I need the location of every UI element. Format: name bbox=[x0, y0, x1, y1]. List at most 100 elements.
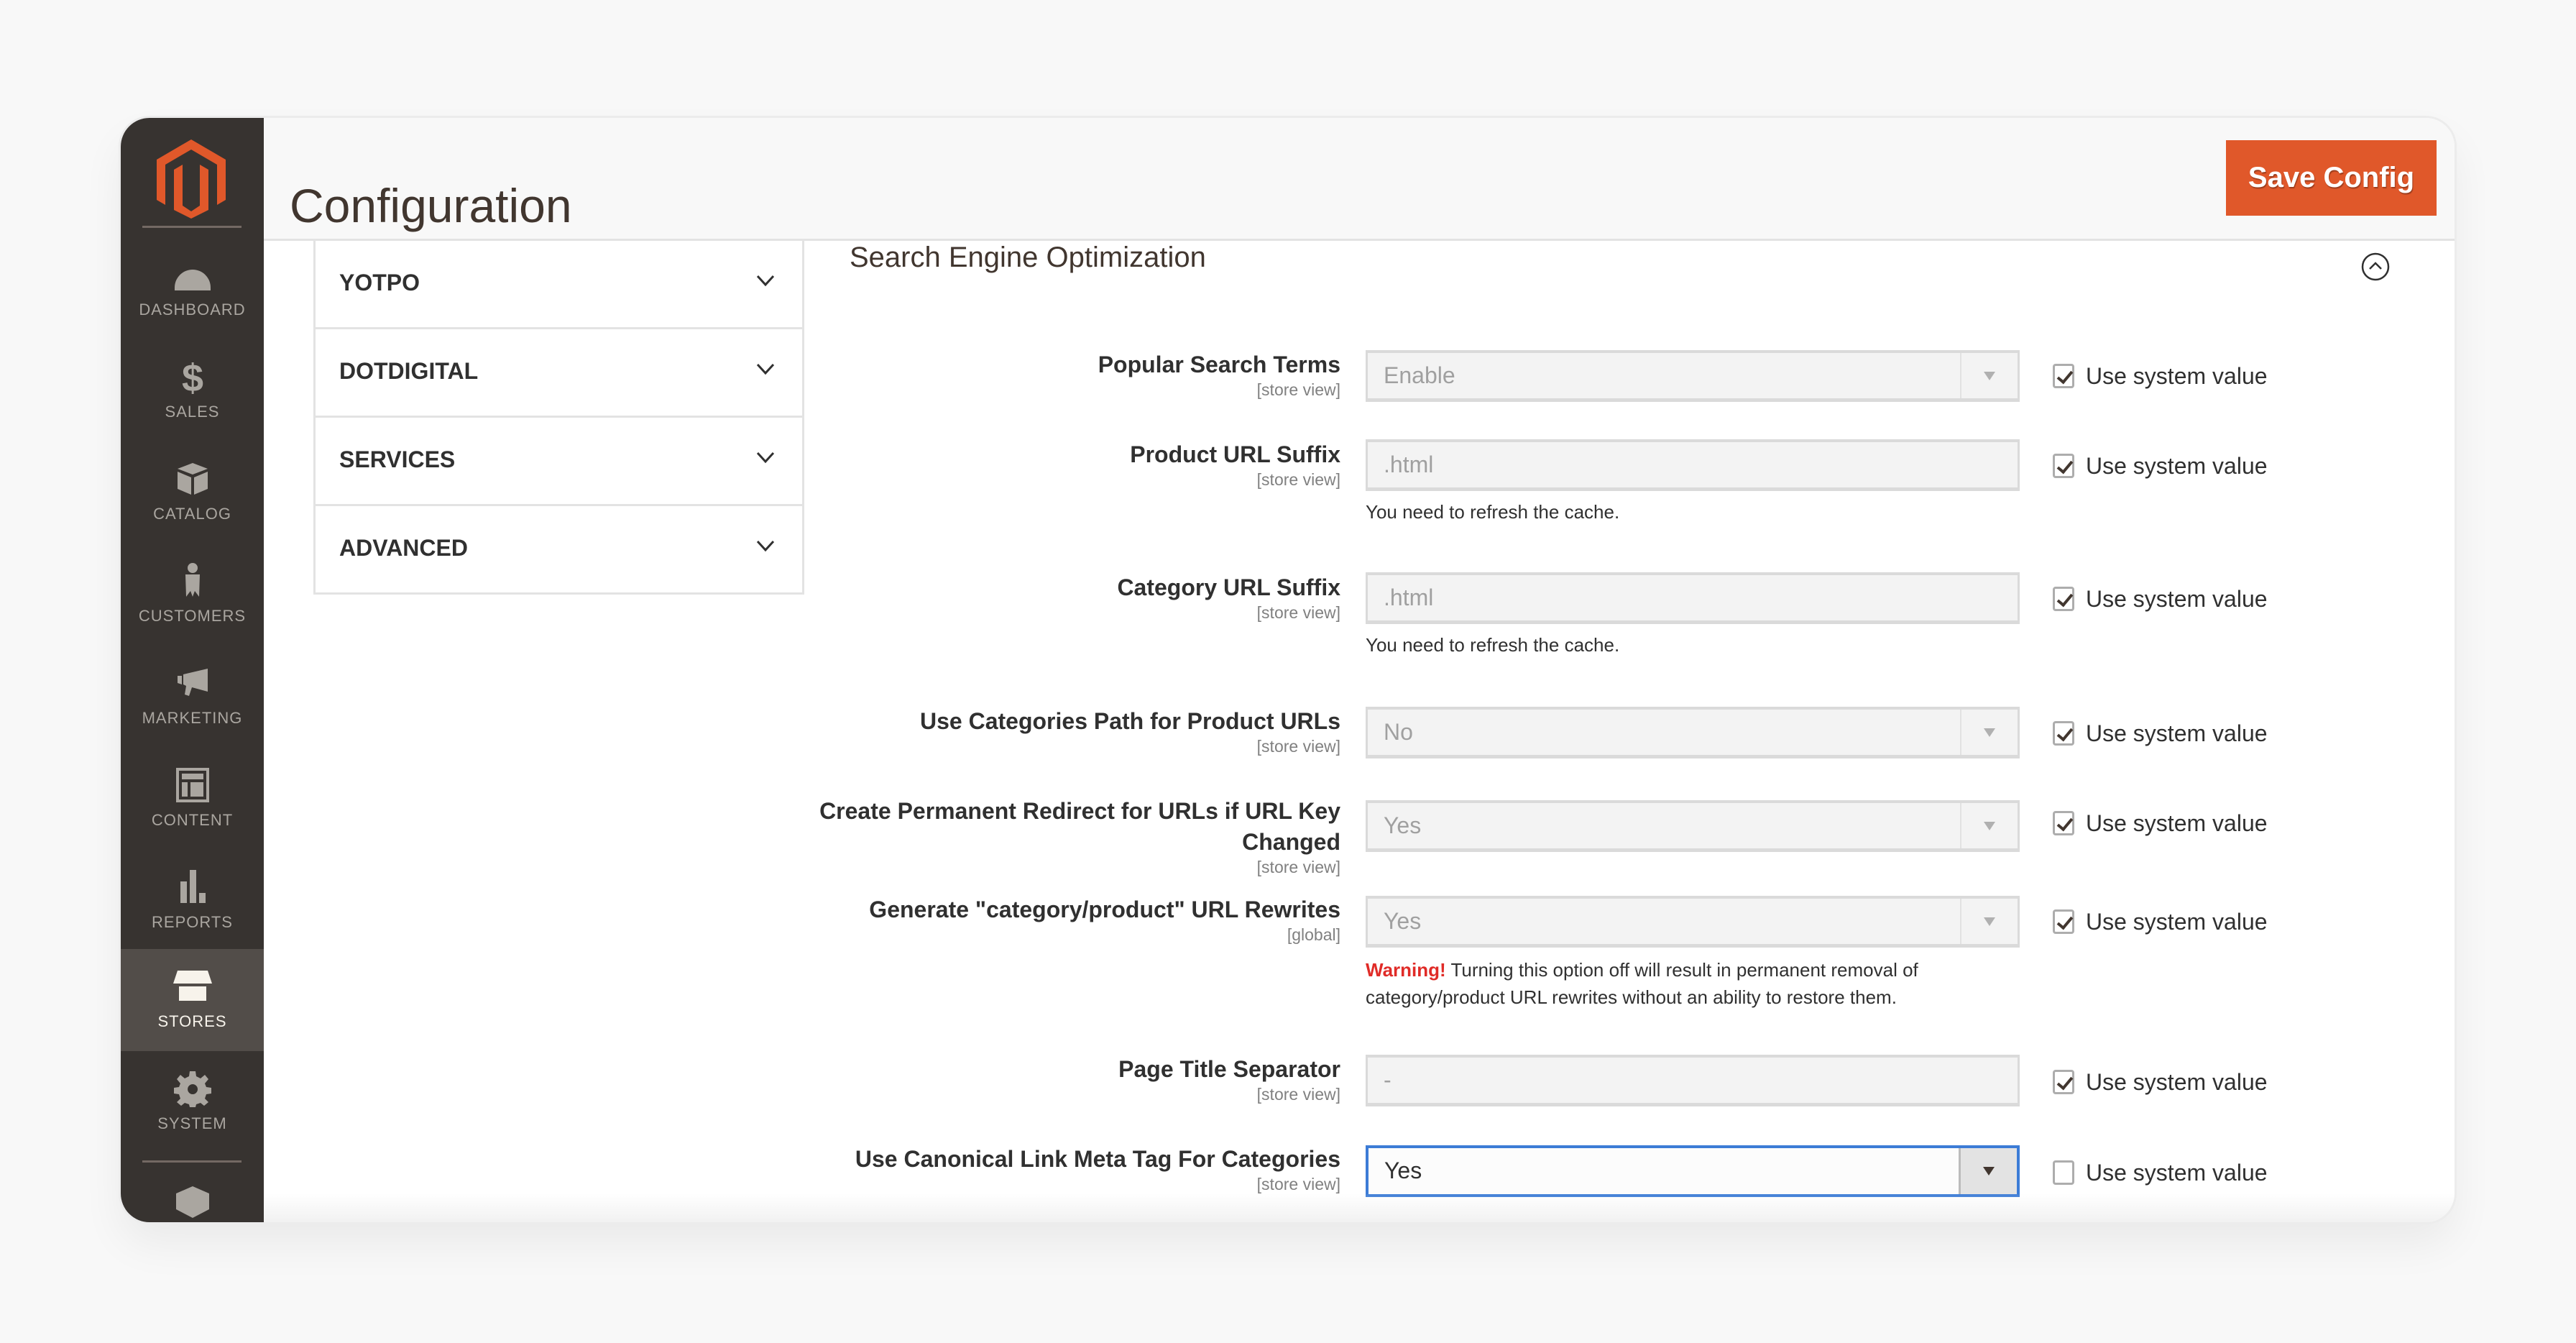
nav-label: Stores bbox=[157, 1012, 227, 1030]
warning-label: Warning! bbox=[1366, 959, 1446, 981]
nav-label: Customers bbox=[138, 607, 247, 625]
use-system-value-checkbox[interactable]: Use system value bbox=[2053, 718, 2268, 748]
nav-find-partners[interactable]: Find Partners & Extensions bbox=[121, 1163, 264, 1222]
nav-dashboard[interactable]: Dashboard bbox=[121, 237, 264, 339]
chevron-down-icon bbox=[756, 275, 775, 287]
generate-url-rewrites-select[interactable]: Yes bbox=[1366, 896, 2020, 948]
dropdown-toggle[interactable] bbox=[1960, 710, 2018, 755]
tab-label: ADVANCED bbox=[339, 535, 468, 561]
caret-down-icon bbox=[1984, 728, 1995, 737]
tab-label: DOTDIGITAL bbox=[339, 358, 479, 384]
dropdown-toggle[interactable] bbox=[1960, 803, 2018, 848]
nav-label: Catalog bbox=[153, 505, 231, 523]
field-scope: [store view] bbox=[1256, 1085, 1340, 1104]
person-icon bbox=[185, 563, 200, 597]
use-system-value-checkbox[interactable]: Use system value bbox=[2053, 361, 2268, 391]
nav-sales[interactable]: $ Sales bbox=[121, 339, 264, 441]
use-system-value-checkbox[interactable]: Use system value bbox=[2053, 451, 2268, 481]
field-label: Page Title Separator [store view] bbox=[751, 1054, 1340, 1104]
use-system-value-checkbox[interactable]: Use system value bbox=[2053, 808, 2268, 838]
field-scope: [store view] bbox=[1256, 603, 1340, 622]
dropdown-toggle[interactable] bbox=[1959, 1148, 2017, 1194]
nav-label: Dashboard bbox=[139, 301, 246, 318]
dropdown-toggle[interactable] bbox=[1960, 899, 2018, 944]
nav-marketing[interactable]: Marketing bbox=[121, 646, 264, 748]
scroll-fade bbox=[264, 1193, 2455, 1222]
canonical-link-categories-select[interactable]: Yes bbox=[1366, 1145, 2020, 1197]
field-scope: [global] bbox=[1287, 925, 1340, 944]
nav-label: Marketing bbox=[142, 709, 243, 727]
gear-icon bbox=[173, 1071, 211, 1107]
nav-customers[interactable]: Customers bbox=[121, 544, 264, 646]
field-note: You need to refresh the cache. bbox=[1366, 634, 1620, 656]
product-url-suffix-input[interactable]: .html bbox=[1366, 439, 2020, 491]
tab-yotpo[interactable]: YOTPO bbox=[316, 241, 802, 329]
page-title: Configuration bbox=[290, 179, 572, 233]
logo-divider bbox=[142, 226, 242, 228]
section-title[interactable]: Search Engine Optimization bbox=[850, 242, 1206, 274]
category-url-suffix-input[interactable]: .html bbox=[1366, 572, 2020, 624]
nav-label: System bbox=[157, 1114, 227, 1132]
checkbox-checked[interactable] bbox=[2053, 721, 2074, 746]
tab-dotdigital[interactable]: DOTDIGITAL bbox=[316, 329, 802, 418]
lego-block-icon bbox=[175, 1186, 209, 1218]
checkbox-checked[interactable] bbox=[2053, 364, 2074, 388]
field-label: Category URL Suffix [store view] bbox=[751, 572, 1340, 622]
nav-reports[interactable]: Reports bbox=[121, 850, 264, 952]
tab-services[interactable]: SERVICES bbox=[316, 418, 802, 506]
permanent-redirect-select[interactable]: Yes bbox=[1366, 800, 2020, 852]
admin-sidebar: Dashboard $ Sales Catalog Customers Mark… bbox=[121, 118, 264, 1222]
popular-search-terms-select[interactable]: Enable bbox=[1366, 350, 2020, 402]
config-tabs: YOTPO DOTDIGITAL SERVICES ADVANCED bbox=[313, 241, 804, 595]
page-title-separator-input[interactable]: - bbox=[1366, 1055, 2020, 1106]
field-label: Product URL Suffix [store view] bbox=[751, 439, 1340, 489]
dropdown-toggle[interactable] bbox=[1960, 353, 2018, 398]
admin-window: Dashboard $ Sales Catalog Customers Mark… bbox=[121, 118, 2455, 1222]
field-label: Generate "category/product" URL Rewrites… bbox=[751, 894, 1340, 944]
use-system-value-checkbox[interactable]: Use system value bbox=[2053, 1067, 2268, 1097]
use-categories-path-select[interactable]: No bbox=[1366, 707, 2020, 758]
nav-catalog[interactable]: Catalog bbox=[121, 441, 264, 544]
nav-label: Content bbox=[151, 811, 234, 829]
magento-logo-icon[interactable] bbox=[157, 139, 226, 219]
checkbox-checked[interactable] bbox=[2053, 454, 2074, 478]
layout-icon bbox=[175, 768, 209, 802]
tab-label: SERVICES bbox=[339, 446, 456, 472]
checkbox-unchecked[interactable] bbox=[2053, 1160, 2074, 1185]
save-config-button[interactable]: Save Config bbox=[2226, 140, 2437, 216]
nav-label: Sales bbox=[165, 403, 220, 421]
checkbox-checked[interactable] bbox=[2053, 1070, 2074, 1094]
field-label: Use Categories Path for Product URLs [st… bbox=[751, 706, 1340, 756]
use-system-value-checkbox[interactable]: Use system value bbox=[2053, 1158, 2268, 1188]
checkbox-checked[interactable] bbox=[2053, 811, 2074, 835]
nav-stores[interactable]: Stores bbox=[121, 949, 264, 1051]
field-note: You need to refresh the cache. bbox=[1366, 501, 1620, 523]
tab-advanced[interactable]: ADVANCED bbox=[316, 506, 802, 592]
page-header: Configuration Save Config bbox=[264, 118, 2455, 241]
field-scope: [store view] bbox=[1256, 737, 1340, 756]
use-system-value-checkbox[interactable]: Use system value bbox=[2053, 584, 2268, 614]
bar-chart-icon bbox=[180, 870, 206, 903]
storefront-icon bbox=[172, 971, 212, 1001]
chevron-down-icon bbox=[756, 540, 775, 552]
checkbox-checked[interactable] bbox=[2053, 587, 2074, 611]
use-system-value-checkbox[interactable]: Use system value bbox=[2053, 907, 2268, 937]
nav-system[interactable]: System bbox=[121, 1051, 264, 1153]
caret-down-icon bbox=[1984, 372, 1995, 380]
field-label: Create Permanent Redirect for URLs if UR… bbox=[751, 796, 1340, 876]
megaphone-icon bbox=[177, 669, 208, 696]
dollar-icon: $ bbox=[181, 358, 203, 395]
caret-down-icon bbox=[1983, 1167, 1995, 1175]
field-warning: Warning! Turning this option off will re… bbox=[1366, 959, 1918, 1008]
collapse-section-icon[interactable] bbox=[2360, 252, 2391, 282]
field-scope: [store view] bbox=[1256, 380, 1340, 399]
nav-content[interactable]: Content bbox=[121, 748, 264, 850]
dashboard-gauge-icon bbox=[174, 270, 211, 290]
svg-text:$: $ bbox=[181, 358, 203, 395]
nav-divider bbox=[142, 1160, 242, 1163]
box-icon bbox=[177, 463, 208, 495]
field-label: Popular Search Terms [store view] bbox=[751, 349, 1340, 399]
field-scope: [store view] bbox=[1256, 858, 1340, 876]
checkbox-checked[interactable] bbox=[2053, 909, 2074, 934]
field-scope: [store view] bbox=[1256, 470, 1340, 489]
